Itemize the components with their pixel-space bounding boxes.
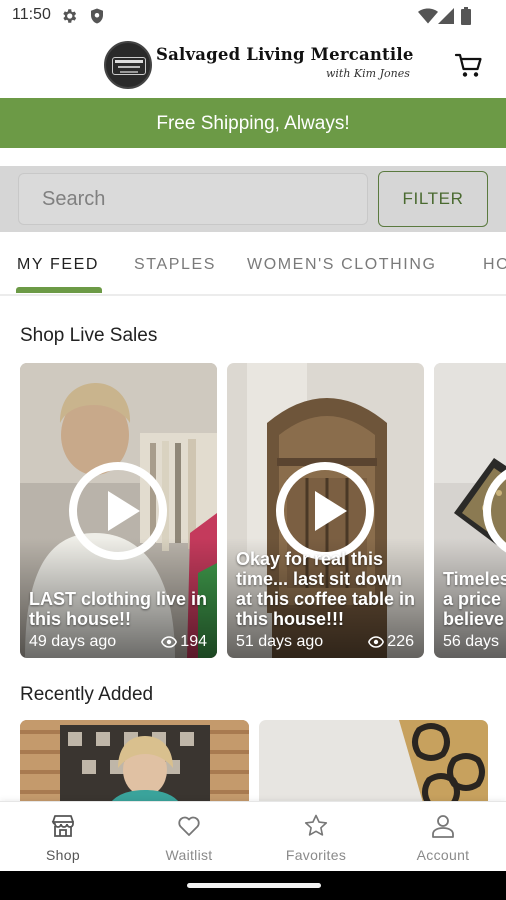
live-sale-age: 51 days ago [236,633,324,650]
live-sales-carousel: LAST clothing live in this house!! 49 da… [0,363,506,659]
play-icon[interactable] [68,461,168,561]
live-sale-title: Okay for real this time... last sit down… [236,549,416,629]
nav-account-label: Account [416,847,470,863]
views-count: 226 [387,633,414,650]
brand-title: Salvaged Living Mercantile [156,45,414,64]
star-icon [304,814,328,836]
active-tab-indicator [16,287,102,293]
brand-subtitle: with Kim Jones [326,67,410,80]
free-shipping-banner: Free Shipping, Always! [0,98,506,148]
live-sales-title: Shop Live Sales [20,325,158,346]
storefront-icon [51,815,74,837]
tab-home[interactable]: HO [483,256,506,274]
live-sale-views: 194 [161,633,207,651]
cellular-signal-icon [438,8,454,24]
product-card[interactable] [20,720,249,802]
live-sale-age: 49 days ago [29,633,117,650]
live-sale-views: 226 [368,633,414,651]
status-time: 11:50 [12,6,51,23]
settings-gear-icon [63,9,77,23]
shield-icon [91,8,103,24]
nav-favorites-label: Favorites [285,847,347,863]
shopping-cart-icon[interactable] [454,50,484,80]
live-sale-card[interactable]: LAST clothing live in this house!! 49 da… [20,363,217,658]
live-sale-title: LAST clothing live in this house!! [29,589,208,629]
tab-my-feed[interactable]: MY FEED [17,256,99,274]
bottom-navigation: Shop Waitlist Favorites Account [0,801,506,871]
tab-womens-clothing[interactable]: WOMEN'S CLOTHING [247,256,437,274]
filter-button[interactable]: FILTER [378,171,488,227]
category-tabs: MY FEED STAPLES WOMEN'S CLOTHING HO [0,234,506,296]
recently-added-grid [0,720,506,802]
live-sale-age: 56 days [443,633,500,650]
nav-shop[interactable]: Shop [0,802,126,872]
system-gesture-bar [0,871,506,900]
play-icon[interactable] [482,461,506,561]
status-bar: 11:50 [0,0,506,32]
live-sale-card[interactable]: Okay for real this time... last sit down… [227,363,424,658]
search-bar: Search FILTER [0,166,506,232]
person-icon [432,815,454,838]
battery-icon [461,7,471,25]
product-card[interactable] [259,720,488,802]
live-sale-title: Timeless a price believe [443,569,506,629]
heart-icon [178,816,200,836]
wifi-icon [418,8,438,24]
nav-shop-label: Shop [46,847,80,863]
eye-icon [368,636,385,648]
app-header: Salvaged Living Mercantile with Kim Jone… [0,32,506,98]
nav-account[interactable]: Account [380,802,506,872]
live-sale-card[interactable]: Timeless a price believe 56 days [434,363,506,658]
nav-waitlist[interactable]: Waitlist [126,802,252,872]
nav-favorites[interactable]: Favorites [253,802,379,872]
recently-added-title: Recently Added [20,684,154,705]
eye-icon [161,636,178,648]
brand-logo[interactable] [104,41,152,89]
views-count: 194 [180,633,207,650]
play-icon[interactable] [275,461,375,561]
product-image [20,720,249,802]
product-image [259,720,488,802]
search-input[interactable]: Search [18,173,368,225]
nav-waitlist-label: Waitlist [165,847,213,863]
home-gesture-handle[interactable] [187,883,321,888]
tab-staples[interactable]: STAPLES [134,256,216,274]
